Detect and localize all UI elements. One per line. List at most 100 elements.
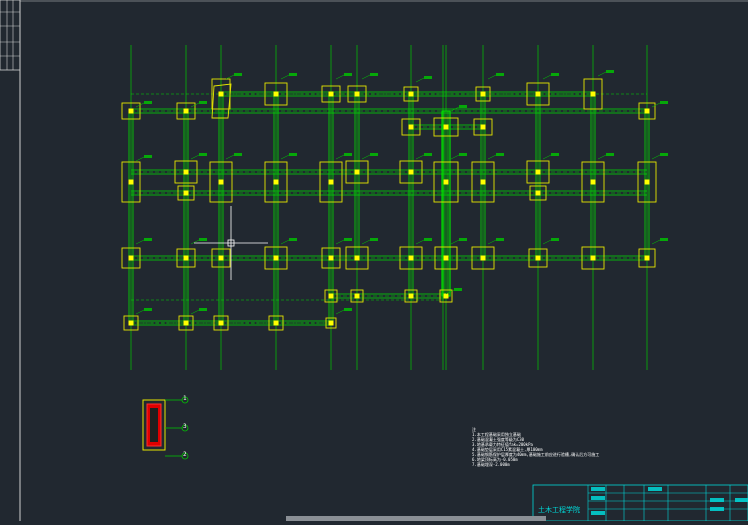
- leader-tag: [370, 238, 378, 241]
- leader-tag: [199, 238, 207, 241]
- column-mark: [273, 320, 279, 326]
- title-block: [532, 484, 748, 522]
- column-mark: [480, 91, 486, 97]
- column-mark: [183, 108, 189, 114]
- leader-tag: [496, 238, 504, 241]
- column-section-detail: [142, 396, 189, 460]
- column-mark: [443, 293, 449, 299]
- column-mark: [535, 169, 541, 175]
- leader-line: [415, 239, 425, 245]
- column-mark: [328, 255, 334, 261]
- column-mark: [183, 320, 189, 326]
- leader-line: [597, 154, 607, 160]
- general-notes: 注 1.本工程基础采用独立基础 2.基础混凝土强度等级为C30 3.地基承载力特…: [472, 427, 599, 467]
- column-mark: [128, 255, 134, 261]
- column-mark: [183, 190, 189, 196]
- column-mark: [273, 255, 279, 261]
- column-mark: [128, 179, 134, 185]
- leader-tag: [289, 153, 297, 156]
- leader-line: [651, 154, 661, 160]
- column-mark: [408, 255, 414, 261]
- leader-tag: [660, 153, 668, 156]
- column-mark: [354, 255, 360, 261]
- leader-tag: [454, 288, 462, 291]
- leader-tag: [459, 105, 467, 108]
- leader-line: [542, 154, 552, 160]
- foundation-plan-drawing[interactable]: [0, 0, 748, 522]
- leader-tag: [199, 153, 207, 156]
- leader-line: [225, 154, 235, 160]
- column-mark: [480, 179, 486, 185]
- leader-line: [335, 154, 345, 160]
- column-mark: [273, 179, 279, 185]
- leader-tag: [606, 153, 614, 156]
- drawing-border: [0, 0, 748, 521]
- column-mark: [408, 91, 414, 97]
- leader-tag: [289, 73, 297, 76]
- horizontal-scrollbar[interactable]: [286, 516, 546, 521]
- leader-tag: [459, 153, 467, 156]
- column-mark: [354, 169, 360, 175]
- ground-beams: [128, 91, 650, 326]
- title-block-cell-text: [710, 498, 724, 502]
- leader-tag: [344, 308, 352, 311]
- leader-tag: [424, 238, 432, 241]
- leader-line: [542, 74, 552, 80]
- leader-tag: [344, 73, 352, 76]
- leader-tag: [459, 238, 467, 241]
- leader-line: [361, 74, 371, 80]
- leader-line: [190, 154, 200, 160]
- title-block-cell-text: [591, 511, 605, 515]
- column-mark: [590, 179, 596, 185]
- title-block-cell-text: [648, 487, 662, 491]
- leader-tag: [496, 73, 504, 76]
- column-mark: [128, 108, 134, 114]
- column-mark: [328, 179, 334, 185]
- column-mark: [328, 91, 334, 97]
- column-mark: [408, 124, 414, 130]
- leader-line: [190, 309, 200, 315]
- leader-tag: [370, 153, 378, 156]
- leader-line: [651, 102, 661, 108]
- column-mark: [328, 320, 334, 326]
- callout-2: 2: [183, 451, 187, 458]
- column-mark: [408, 169, 414, 175]
- leader-tag: [234, 153, 242, 156]
- leader-tag: [496, 153, 504, 156]
- column-mark: [183, 169, 189, 175]
- leader-line: [335, 239, 345, 245]
- leader-tag: [144, 238, 152, 241]
- title-block-cell-text: [591, 496, 605, 500]
- leader-line: [542, 239, 552, 245]
- leader-tag: [199, 308, 207, 311]
- leader-line: [487, 154, 497, 160]
- title-block-cell-text: [710, 507, 724, 511]
- column-mark: [408, 293, 414, 299]
- leader-line: [225, 74, 235, 80]
- leader-line: [415, 77, 425, 83]
- leader-line: [487, 239, 497, 245]
- leader-line: [361, 154, 371, 160]
- leader-line: [135, 156, 145, 162]
- column-mark: [644, 179, 650, 185]
- column-mark: [644, 255, 650, 261]
- column-mark: [273, 91, 279, 97]
- cad-canvas[interactable]: 注 1.本工程基础采用独立基础 2.基础混凝土强度等级为C30 3.地基承载力特…: [0, 0, 748, 522]
- leader-tag: [344, 153, 352, 156]
- leader-line: [450, 154, 460, 160]
- leader-tag: [660, 101, 668, 104]
- column-mark: [480, 124, 486, 130]
- leader-tag: [370, 73, 378, 76]
- leader-line: [335, 74, 345, 80]
- leader-tag: [424, 76, 432, 79]
- column-mark: [535, 190, 541, 196]
- column-mark: [128, 320, 134, 326]
- leader-tag: [660, 238, 668, 241]
- column-mark: [354, 91, 360, 97]
- column-mark: [218, 91, 224, 97]
- leader-tag: [144, 308, 152, 311]
- leader-line: [450, 239, 460, 245]
- leader-tag: [344, 238, 352, 241]
- column-mark: [218, 320, 224, 326]
- title-block-frame: [532, 484, 748, 522]
